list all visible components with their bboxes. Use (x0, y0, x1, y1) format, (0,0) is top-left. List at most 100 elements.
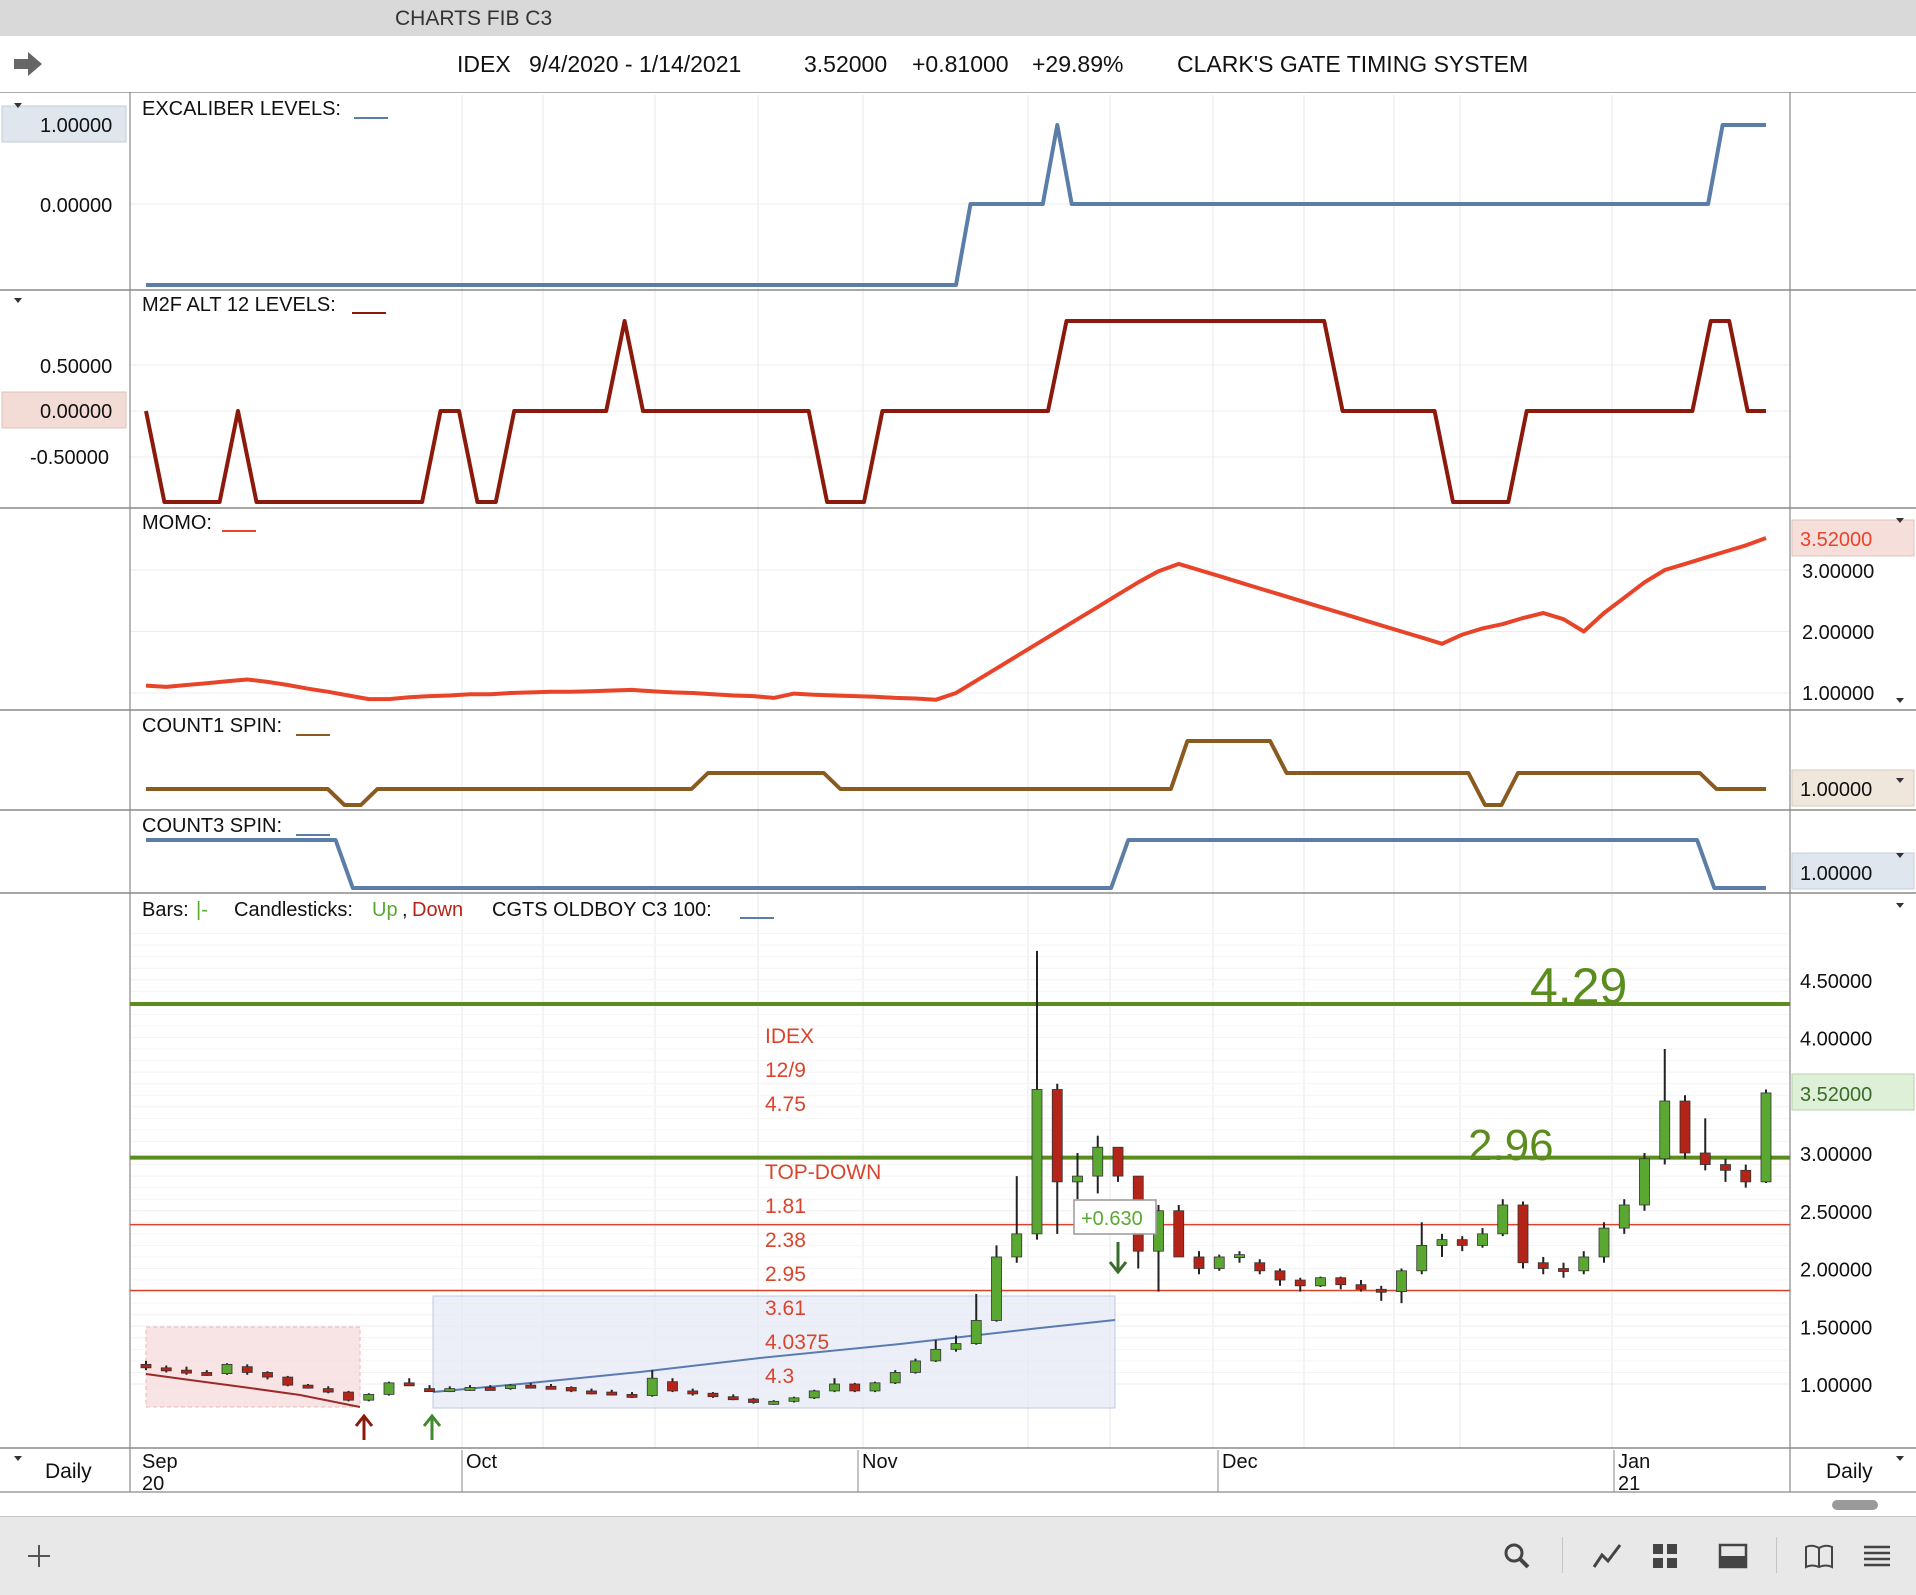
annotation-text: TOP-DOWN (765, 1161, 881, 1184)
candle-body (667, 1381, 678, 1392)
excaliber-tick: 0.00000 (40, 195, 112, 217)
excaliber-series-line (146, 123, 1766, 287)
candle-body (869, 1382, 881, 1392)
level-label-2-96: 2.96 (1468, 1121, 1554, 1170)
panel-layout-icon[interactable] (1716, 1539, 1750, 1573)
candle-body (1092, 1146, 1104, 1177)
candle-body (1699, 1152, 1711, 1165)
momo-tick: 1.00000 (1802, 683, 1874, 705)
chevron-down-icon (1896, 903, 1904, 908)
candle-body (1335, 1277, 1347, 1286)
candle-body (464, 1387, 476, 1391)
add-icon[interactable] (22, 1539, 56, 1573)
horizontal-scrollbar[interactable] (1832, 1500, 1878, 1510)
annotation-text: IDEX (765, 1025, 814, 1048)
chevron-down-icon (14, 1456, 22, 1461)
menu-icon[interactable] (1860, 1539, 1894, 1573)
chevron-down-icon (1896, 1456, 1904, 1461)
candle-body (444, 1388, 456, 1393)
month-label: Oct (466, 1451, 498, 1473)
candle-body (1396, 1270, 1407, 1293)
chevron-down-icon (14, 298, 22, 303)
momo-tick: 3.00000 (1802, 561, 1874, 583)
annotation-text: 4.75 (765, 1093, 806, 1116)
candle-body (181, 1369, 192, 1374)
month-label: Dec (1222, 1451, 1258, 1473)
toolbar-separator (1562, 1537, 1563, 1573)
candle-body (1679, 1100, 1691, 1154)
search-icon[interactable] (1500, 1539, 1534, 1573)
candle-body (1254, 1262, 1266, 1272)
candle-body (1436, 1239, 1448, 1246)
candle-body (383, 1382, 395, 1395)
candle-body (1558, 1268, 1569, 1272)
price-tick: 1.00000 (1800, 1375, 1872, 1397)
bars-symbol: |- (196, 899, 208, 921)
candle-body (849, 1383, 861, 1392)
grid-layout-icon[interactable] (1648, 1539, 1682, 1573)
candle-body (1618, 1204, 1630, 1229)
chart-area[interactable]: EXCALIBER LEVELS: 1.00000 0.00000 M2F ALT 1… (0, 92, 1916, 1516)
chart-header: IDEX 9/4/2020 - 1/14/2021 3.52000 +0.810… (0, 36, 1916, 93)
price-tick: 4.00000 (1800, 1029, 1872, 1051)
year-label: 20 (142, 1473, 164, 1495)
bars-label: Bars: (142, 899, 189, 921)
price-tick: 3.00000 (1800, 1144, 1872, 1166)
candle-body (808, 1390, 820, 1399)
candle-body (484, 1387, 496, 1391)
momo-label: MOMO: (142, 512, 212, 534)
count3-label: COUNT3 SPIN: (142, 815, 282, 837)
candle-down-label: Down (412, 899, 463, 921)
candle-body (221, 1363, 233, 1375)
candle-body (727, 1396, 739, 1401)
candle-body (1517, 1204, 1529, 1264)
candle-body (1051, 1089, 1063, 1183)
candle-body (1213, 1256, 1225, 1269)
candle-body (1598, 1227, 1610, 1258)
candle-body (1375, 1288, 1387, 1293)
candle-body (889, 1372, 901, 1384)
candle-body (707, 1392, 719, 1398)
level-label-4-29: 4.29 (1530, 958, 1627, 1014)
candle-body (606, 1391, 618, 1396)
bearish-range-box (145, 1326, 361, 1408)
excaliber-tick: 1.00000 (40, 115, 112, 137)
price-last-value: 3.52000 (1800, 1084, 1872, 1106)
candle-body (424, 1388, 435, 1393)
candle-body (626, 1393, 638, 1398)
candlesticks-label: Candlesticks: (234, 899, 353, 921)
arrow-right-icon[interactable] (12, 50, 44, 78)
book-icon[interactable] (1802, 1539, 1836, 1573)
m2f-tick: 0.00000 (40, 401, 112, 423)
period-selector-right: Daily (1826, 1460, 1873, 1483)
candle-body (1760, 1092, 1772, 1183)
bottom-toolbar (0, 1516, 1916, 1595)
candle-body (1639, 1158, 1650, 1206)
annotation-text: 2.38 (765, 1229, 806, 1252)
line-chart-icon[interactable] (1590, 1539, 1624, 1573)
candle-up-label: Up (372, 899, 398, 921)
candle-body (505, 1384, 516, 1390)
candle-body (586, 1390, 597, 1395)
price-tick: 4.50000 (1800, 971, 1872, 993)
candle-body (1355, 1284, 1367, 1290)
momo-series-line (145, 536, 1767, 702)
candle-body (1477, 1233, 1488, 1246)
candle-body (910, 1360, 921, 1373)
price-change: +0.81000 (912, 51, 1009, 77)
annotation-text: 1.81 (765, 1195, 806, 1218)
candle-body (282, 1376, 294, 1386)
candle-body (950, 1343, 962, 1350)
candle-body (748, 1398, 759, 1403)
window-titlebar: CHARTS FIB C3 (0, 0, 1916, 37)
candle-body (1497, 1204, 1509, 1235)
annotation-text: 2.95 (765, 1263, 806, 1286)
candle-body (1234, 1254, 1245, 1259)
symbol-label: IDEX (457, 51, 511, 77)
candle-body (403, 1382, 415, 1387)
year-label: 21 (1618, 1473, 1640, 1495)
window-title: CHARTS FIB C3 (395, 7, 553, 30)
candle-body (201, 1372, 213, 1376)
annotation-text: 12/9 (765, 1059, 806, 1082)
candle-body (788, 1397, 800, 1402)
